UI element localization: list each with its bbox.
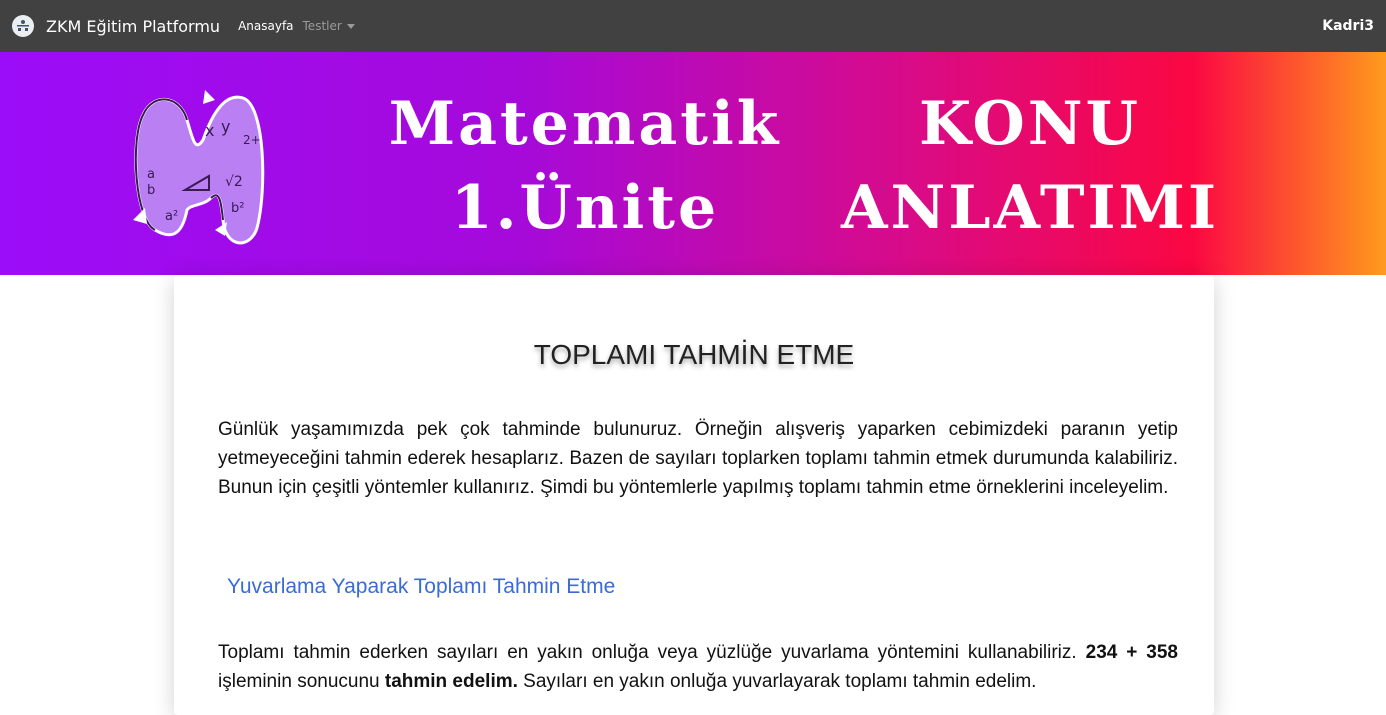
banner-konu: KONU xyxy=(919,89,1141,159)
page-title: TOPLAMI TAHMİN ETME xyxy=(533,339,855,370)
svg-text:a²: a² xyxy=(165,209,178,224)
svg-text:b: b xyxy=(147,183,155,198)
banner-title-left: Matematik 1.Ünite xyxy=(380,82,790,250)
p2-emphasis: tahmin edelim. xyxy=(384,671,518,692)
nav-tests-dropdown[interactable]: Testler xyxy=(303,19,355,33)
math-m-logo-icon: x y 2+ a b √2 b² a² xyxy=(133,90,265,245)
content-card: TOPLAMI TAHMİN ETME Günlük yaşamımızda p… xyxy=(174,275,1214,715)
section-title: Yuvarlama Yaparak Toplamı Tahmin Etme xyxy=(227,575,616,598)
p2-expression: 234 + 358 xyxy=(1085,642,1178,663)
top-navbar: ZKM Eğitim Platformu Anasayfa Testler Ka… xyxy=(0,0,1386,52)
chevron-down-icon xyxy=(346,24,355,29)
user-menu[interactable]: Kadri3 xyxy=(1322,18,1374,34)
rounding-paragraph: Toplamı tahmin ederken sayıları en yakın… xyxy=(218,638,1178,696)
svg-text:b²: b² xyxy=(231,201,244,216)
banner-subject: Matematik xyxy=(388,89,782,159)
banner-unit: 1.Ünite xyxy=(450,173,720,243)
nav-home-link[interactable]: Anasayfa xyxy=(238,19,293,33)
intro-paragraph: Günlük yaşamımızda pek çok tahminde bulu… xyxy=(218,419,1178,498)
svg-text:x: x xyxy=(205,121,214,140)
p2-text-e: Sayıları en yakın onluğa yuvarlayarak to… xyxy=(517,671,1037,692)
svg-text:y: y xyxy=(221,117,230,136)
hero-banner: x y 2+ a b √2 b² a² Matematik 1.Ünite KO… xyxy=(0,52,1386,275)
svg-text:a: a xyxy=(147,167,155,182)
banner-title-right: KONU ANLATIMI xyxy=(840,82,1220,250)
p2-text-c: işleminin sonucunu xyxy=(218,671,385,692)
nav-tests-label: Testler xyxy=(302,19,342,33)
banner-anlatimi: ANLATIMI xyxy=(840,173,1220,243)
brand-name-link[interactable]: ZKM Eğitim Platformu xyxy=(46,17,220,36)
svg-text:√2: √2 xyxy=(225,174,243,190)
brand-logo-icon[interactable] xyxy=(12,15,34,37)
svg-text:2+: 2+ xyxy=(243,133,261,147)
p2-text-a: Toplamı tahmin ederken sayıları en yakın… xyxy=(218,642,1086,663)
